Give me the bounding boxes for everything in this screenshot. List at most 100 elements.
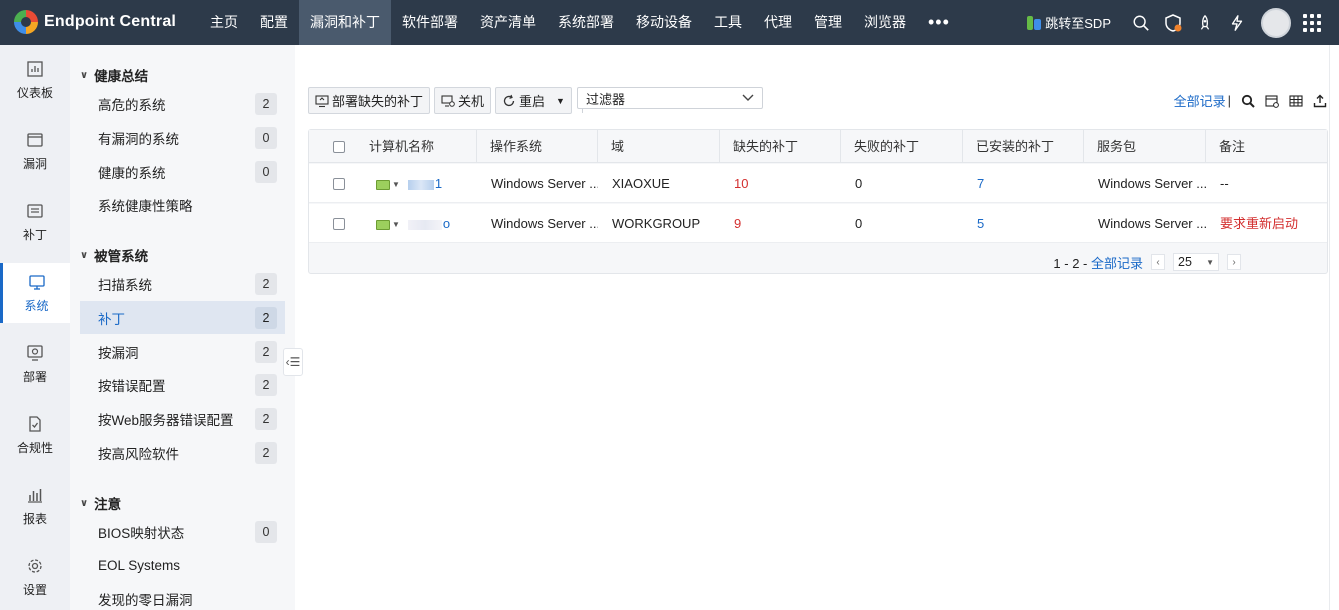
topnav-browser[interactable]: 浏览器 xyxy=(853,0,917,45)
row-checkbox[interactable] xyxy=(333,218,345,230)
computer-name-cell[interactable]: ▼ o xyxy=(363,204,477,243)
topnav-home[interactable]: 主页 xyxy=(199,0,249,45)
computer-name-suffix[interactable]: o xyxy=(443,216,450,231)
sidebar-item-by-misconfig[interactable]: 按错误配置 2 xyxy=(80,368,285,401)
section-managed-systems[interactable]: ∨ 被管系统 xyxy=(80,245,148,265)
column-header[interactable]: 域 xyxy=(598,130,720,163)
caret-down-icon: ▼ xyxy=(392,220,400,230)
sidebar-item-health-policy[interactable]: 系统健康性策略 xyxy=(80,188,285,221)
column-header[interactable]: 计算机名称 xyxy=(356,130,477,163)
filter-dropdown[interactable]: 过滤器 xyxy=(577,87,763,109)
installed-patches-cell[interactable]: 7 xyxy=(964,164,1084,203)
leftnav-dashboard[interactable]: 仪表板 xyxy=(0,50,70,110)
leftnav-patch[interactable]: 补丁 xyxy=(0,192,70,252)
table-row[interactable]: ▼ o Windows Server ... WORKGROUP 9 0 5 Wi… xyxy=(309,204,1327,243)
topnav-os-deploy[interactable]: 系统部署 xyxy=(547,0,625,45)
table-header: 计算机名称 操作系统 域 缺失的补丁 失败的补丁 已安装的补丁 服务包 备注 xyxy=(309,130,1327,163)
right-scroll-track[interactable] xyxy=(1329,45,1339,610)
column-header[interactable]: 缺失的补丁 xyxy=(720,130,841,163)
topnav-admin[interactable]: 管理 xyxy=(803,0,853,45)
column-header[interactable]: 已安装的补丁 xyxy=(963,130,1084,163)
pager-all-link[interactable]: 全部记录 xyxy=(1091,256,1143,271)
deploy-icon xyxy=(315,94,329,107)
topnav-inventory[interactable]: 资产清单 xyxy=(469,0,547,45)
installed-patches-cell[interactable]: 5 xyxy=(964,204,1084,243)
lightning-icon[interactable] xyxy=(1227,13,1247,33)
leftnav-settings[interactable]: 设置 xyxy=(0,547,70,607)
topnav-agent[interactable]: 代理 xyxy=(753,0,803,45)
column-header[interactable]: 备注 xyxy=(1206,130,1327,163)
avatar[interactable] xyxy=(1261,7,1291,38)
apps-grid-icon[interactable] xyxy=(1303,13,1321,32)
computer-icon xyxy=(28,274,45,290)
caret-down-icon: ▼ xyxy=(556,95,565,106)
failed-patches-cell: 0 xyxy=(855,216,863,231)
leftnav-systems[interactable]: 系统 xyxy=(0,263,70,323)
sidebar-item-eol-systems[interactable]: EOL Systems xyxy=(80,549,285,582)
deploy-icon xyxy=(27,344,43,361)
select-all-checkbox[interactable] xyxy=(333,141,345,153)
section-title: 被管系统 xyxy=(94,249,149,264)
leftnav-deploy[interactable]: 部署 xyxy=(0,334,70,394)
sidebar-item-label: 按错误配置 xyxy=(98,378,166,394)
leftnav-reports[interactable]: 报表 xyxy=(0,476,70,536)
column-header[interactable]: 操作系统 xyxy=(477,130,598,163)
column-settings-icon[interactable] xyxy=(1265,94,1279,108)
compliance-icon xyxy=(29,415,41,432)
brand[interactable]: Endpoint Central xyxy=(14,10,176,34)
rocket-icon[interactable] xyxy=(1195,13,1215,33)
section-attention[interactable]: ∨ 注意 xyxy=(80,493,121,513)
sidebar-item-healthy[interactable]: 健康的系统 0 xyxy=(80,155,285,188)
sidebar-item-bios-status[interactable]: BIOS映射状态 0 xyxy=(80,515,285,548)
computer-name-cell[interactable]: ▼ 1 xyxy=(363,164,477,203)
next-page-icon[interactable]: › xyxy=(1227,254,1241,270)
computer-name-suffix[interactable]: 1 xyxy=(435,176,442,191)
topnav-software-deploy[interactable]: 软件部署 xyxy=(391,0,469,45)
sidebar-item-by-web-server-misconfig[interactable]: 按Web服务器错误配置 2 xyxy=(80,402,285,435)
export-icon[interactable] xyxy=(1313,94,1327,108)
sidebar-item-by-high-risk-software[interactable]: 按高风险软件 2 xyxy=(80,436,285,469)
count-badge: 2 xyxy=(255,441,277,464)
leftnav-compliance[interactable]: 合规性 xyxy=(0,405,70,465)
sidebar-item-label: 扫描系统 xyxy=(98,277,152,293)
shutdown-button[interactable]: 关机 xyxy=(434,87,492,114)
main-content: 部署缺失的补丁 关机 重启 ▼ 过滤器 全部记录 | 计算机名称 操作系统 域 … xyxy=(296,45,1339,610)
missing-patches-cell[interactable]: 9 xyxy=(721,204,841,243)
sidebar-item-patches[interactable]: 补丁 2 xyxy=(80,301,285,334)
topnav-mobile[interactable]: 移动设备 xyxy=(625,0,703,45)
column-header[interactable]: 服务包 xyxy=(1084,130,1206,163)
sidebar-item-scan-systems[interactable]: 扫描系统 2 xyxy=(80,267,285,300)
topnav-config[interactable]: 配置 xyxy=(249,0,299,45)
sidebar-item-vulnerable[interactable]: 有漏洞的系统 0 xyxy=(80,121,285,154)
note-cell: 要求重新启动 xyxy=(1220,216,1299,231)
redacted-name xyxy=(407,219,442,230)
column-header[interactable]: 失败的补丁 xyxy=(841,130,963,163)
sidebar-item-label: 按Web服务器错误配置 xyxy=(98,412,234,428)
caret-down-icon: ▼ xyxy=(1206,257,1214,267)
select-all-cell xyxy=(309,130,356,163)
row-checkbox[interactable] xyxy=(333,178,345,190)
restart-button[interactable]: 重启 ▼ xyxy=(495,87,572,114)
leftnav-label: 合规性 xyxy=(16,440,53,455)
sidebar-item-by-vulnerability[interactable]: 按漏洞 2 xyxy=(80,335,285,368)
sdp-link[interactable]: 跳转至SDP xyxy=(1027,13,1111,32)
page-size-select[interactable]: 25 ▼ xyxy=(1173,253,1219,271)
missing-patches-cell[interactable]: 10 xyxy=(721,164,841,203)
all-records-link[interactable]: 全部记录 xyxy=(1174,91,1226,110)
sidebar-item-high-risk[interactable]: 高危的系统 2 xyxy=(80,87,285,120)
table-view-icon[interactable] xyxy=(1289,94,1303,108)
topnav-more-icon[interactable]: ••• xyxy=(917,0,961,45)
prev-page-icon[interactable]: ‹ xyxy=(1151,254,1165,270)
sidebar-item-zero-day[interactable]: 发现的零日漏洞 xyxy=(80,582,285,610)
search-icon[interactable] xyxy=(1241,94,1255,108)
search-icon[interactable] xyxy=(1131,13,1151,33)
topnav-vuln-patch[interactable]: 漏洞和补丁 xyxy=(299,0,391,45)
sidebar-item-label: 健康的系统 xyxy=(98,165,166,181)
leftnav-vulnerability[interactable]: 漏洞 xyxy=(0,121,70,181)
shield-alert-icon[interactable] xyxy=(1163,13,1183,33)
section-health-summary[interactable]: ∨ 健康总结 xyxy=(80,65,148,85)
table-row[interactable]: ▼ 1 Windows Server ... XIAOXUE 10 0 7 Win… xyxy=(309,164,1327,203)
topnav-tools[interactable]: 工具 xyxy=(703,0,753,45)
os-cell: Windows Server ... xyxy=(491,176,598,191)
deploy-missing-patches-button[interactable]: 部署缺失的补丁 xyxy=(308,87,431,114)
